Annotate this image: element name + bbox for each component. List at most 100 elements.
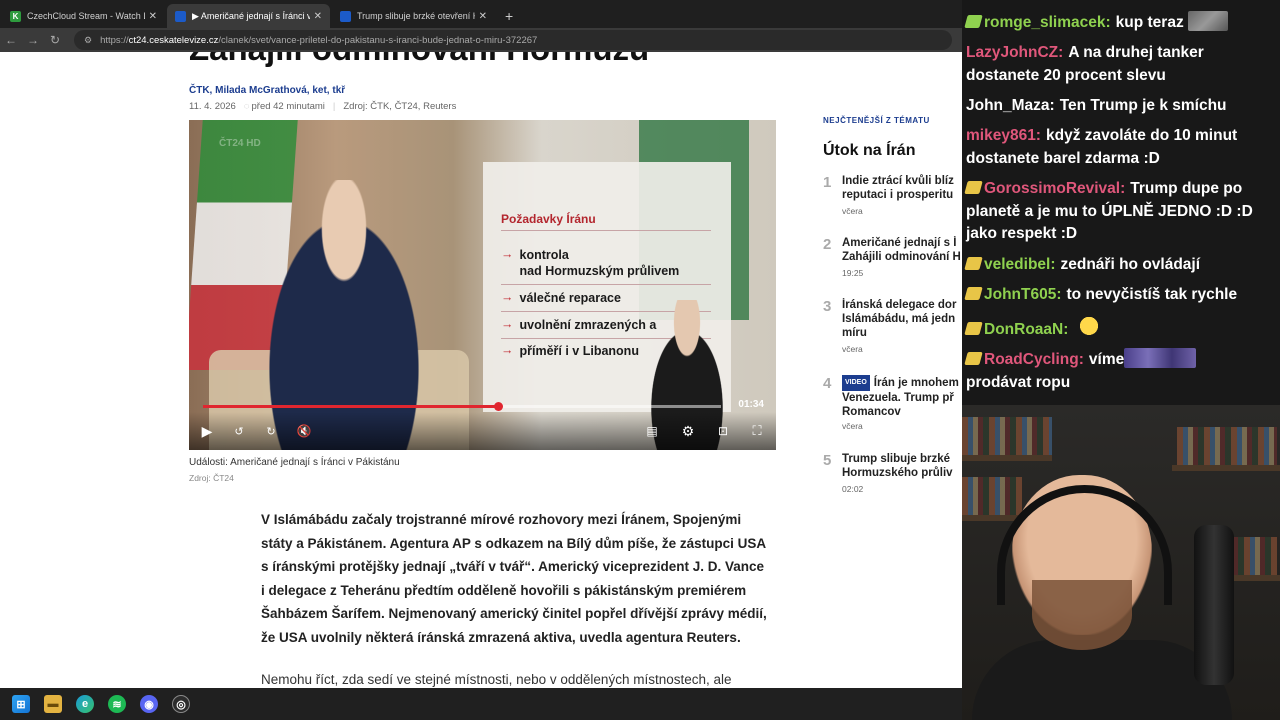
sidebar-item-time: 02:02 (842, 484, 864, 494)
chat-username: GorossimoRevival: (984, 180, 1126, 197)
windows-taskbar: ⊞ ▬ e ≋ ◉ ◎ (0, 688, 962, 720)
tab-americane-jednaji[interactable]: ▶ Američané jednají s Íránci v Páki ✕ (167, 4, 330, 28)
sidebar-item-time: 19:25 (842, 268, 864, 278)
gift-badge-icon (964, 181, 983, 194)
chat-text: Ten Trump je k smíchu (1059, 97, 1227, 114)
play-icon[interactable]: ▶ (197, 422, 217, 440)
demand-item: → příměří i v Libanonu (501, 343, 639, 359)
mute-icon[interactable]: 🔇 (294, 422, 314, 440)
chat-message: LazyJohnCZ: A na druhej tanker dostanete … (966, 42, 1272, 87)
site-info-icon[interactable]: ⚙ (84, 35, 92, 46)
subscriber-badge-icon (964, 15, 983, 28)
sidebar-item[interactable]: 1 Indie ztrácí kvůli blíz reputaci i pro… (823, 174, 962, 220)
sidebar-item[interactable]: 3 Íránská delegace dor Islámábádu, má je… (823, 298, 962, 358)
url-field[interactable]: ⚙ https://ct24.ceskatelevize.cz/clanek/s… (74, 30, 952, 50)
tab-czechcloud[interactable]: K CzechCloud Stream - Watch Live o ✕ (2, 4, 165, 28)
article-source: Zdroj: ČTK, ČT24, Reuters (343, 101, 457, 112)
tab-trump-slibuje[interactable]: Trump slibuje brzké otevření Horm ✕ (332, 4, 495, 28)
file-explorer-icon[interactable]: ▬ (44, 695, 62, 713)
demand-text: příměří i v Libanonu (519, 344, 639, 358)
demand-text: uvolnění zmrazených a (519, 318, 657, 332)
demand-item: → kontrola nad Hormuzským průlivem (501, 247, 679, 279)
demands-title: Požadavky Íránu (501, 212, 596, 226)
sidebar-item[interactable]: 5 Trump slibuje brzké Hormuzského průliv… (823, 452, 962, 498)
video-player[interactable]: ČT24 HD Požadavky Íránu → kontrola nad H… (189, 120, 776, 450)
chat-username: veledibel: (984, 256, 1056, 273)
url-prefix: https:// (100, 34, 129, 46)
url-host: ct24.ceskatelevize.cz (128, 34, 219, 46)
tab-title: Trump slibuje brzké otevření Horm (357, 11, 475, 21)
chat-text: víme (1088, 351, 1125, 368)
demand-text: válečné reparace (519, 291, 621, 305)
sidebar-item-time: včera (842, 206, 863, 216)
obs-icon[interactable]: ◎ (172, 695, 190, 713)
forward-arrow-icon[interactable]: → (22, 33, 44, 47)
demand-item: → uvolnění zmrazených a (501, 317, 656, 333)
gift-badge-icon (964, 257, 983, 270)
sidebar-item-number: 5 (823, 452, 832, 469)
close-tab-icon[interactable]: ✕ (314, 11, 322, 22)
forward-10-icon[interactable]: ↻ (261, 422, 281, 440)
chat-username: LazyJohnCZ: (966, 44, 1064, 61)
ct24-logo: ČT24 HD (219, 138, 261, 149)
sidebar-item[interactable]: 4 VIDEO Írán je mnohem Venezuela. Trump p… (823, 375, 962, 435)
stream-chat-overlay: romge_slimacek: kup teraz LazyJohnCZ: A na… (962, 0, 1280, 405)
spotify-icon[interactable]: ≋ (108, 695, 126, 713)
chat-message: mikey861: když zavoláte do 10 minut dosta… (966, 125, 1272, 170)
chat-username: DonRoaaN: (984, 321, 1069, 338)
sidebar-item-title: Íránská delegace dor Islámábádu, má jedn… (842, 299, 957, 339)
reload-icon[interactable]: ↻ (44, 33, 66, 47)
chat-message: GorossimoRevival: Trump dupe po planetě a… (964, 178, 1272, 246)
bookshelf-image (1172, 465, 1280, 471)
sidebar-item-number: 4 (823, 375, 832, 392)
chat-message: RoadCycling: víme prodávat ropu (964, 348, 1272, 394)
article-paragraph: Nemohu říct, zda sedí ve stejné místnost… (261, 672, 732, 687)
article-authors[interactable]: ČTK, Milada McGrathová, ket, tkř (189, 85, 345, 96)
kick-favicon-icon: K (10, 10, 21, 22)
ct24-favicon-icon (175, 10, 186, 22)
chat-username: John_Maza: (966, 97, 1055, 114)
close-tab-icon[interactable]: ✕ (479, 11, 487, 22)
books-image (1177, 427, 1277, 465)
yellow-face-emote-icon (1077, 316, 1100, 338)
article-time-ago: před 42 minutami (251, 101, 325, 112)
chat-message: romge_slimacek: kup teraz (964, 11, 1272, 35)
pixel-emote-icon (1124, 348, 1197, 368)
back-arrow-icon[interactable]: ← (0, 33, 22, 47)
chat-text: to nevyčistíš tak rychle (1066, 286, 1238, 303)
settings-gear-icon[interactable]: ⚙ (678, 422, 698, 440)
video-progress-bar[interactable] (203, 402, 721, 411)
sidebar-item-number: 2 (823, 236, 832, 253)
sidebar-item-number: 3 (823, 298, 832, 315)
video-caption: Události: Američané jednají s Íránci v P… (189, 457, 400, 468)
demand-item: → válečné reparace (501, 290, 621, 306)
video-badge: VIDEO (842, 375, 870, 391)
chat-message: DonRoaaN: (964, 316, 1272, 342)
chat-message: JohnT605: to nevyčistíš tak rychle (964, 284, 1272, 307)
edge-icon[interactable]: e (76, 695, 94, 713)
video-source: Zdroj: ČT24 (189, 473, 234, 483)
page-viewport: Zahájili odminování Hormuzu ČTK, Milada … (0, 52, 962, 688)
discord-icon[interactable]: ◉ (140, 695, 158, 713)
windows-start-icon[interactable]: ⊞ (12, 695, 30, 713)
cast-icon[interactable]: ⊡ (713, 422, 733, 440)
new-tab-button[interactable]: + (505, 4, 513, 28)
arrow-right-icon: → (501, 290, 514, 304)
sidebar-label: NEJČTENĚJŠÍ Z TÉMATU (823, 116, 930, 125)
chat-username: RoadCycling: (984, 351, 1084, 368)
gift-badge-icon (964, 287, 983, 300)
microphone-icon (1194, 525, 1234, 685)
browser-tab-bar: K CzechCloud Stream - Watch Live o ✕ ▶ A… (0, 0, 962, 28)
fullscreen-icon[interactable]: ⛶ (747, 422, 767, 440)
sidebar-title[interactable]: Útok na Írán (823, 142, 915, 160)
arrow-right-icon: → (501, 317, 514, 331)
rewind-10-icon[interactable]: ↺ (229, 422, 249, 440)
sidebar-item-time: včera (842, 344, 863, 354)
close-tab-icon[interactable]: ✕ (149, 11, 157, 22)
bookshelf-image (962, 455, 1052, 461)
sidebar-item-title: Indie ztrácí kvůli blíz reputaci i prosp… (842, 175, 954, 201)
url-path: /clanek/svet/vance-priletel-do-pakistanu… (218, 34, 538, 46)
arrow-right-icon: → (501, 343, 514, 357)
sidebar-item[interactable]: 2 Američané jednají s Í Zahájili odminov… (823, 236, 962, 282)
subtitles-icon[interactable]: ▤ (642, 422, 662, 440)
